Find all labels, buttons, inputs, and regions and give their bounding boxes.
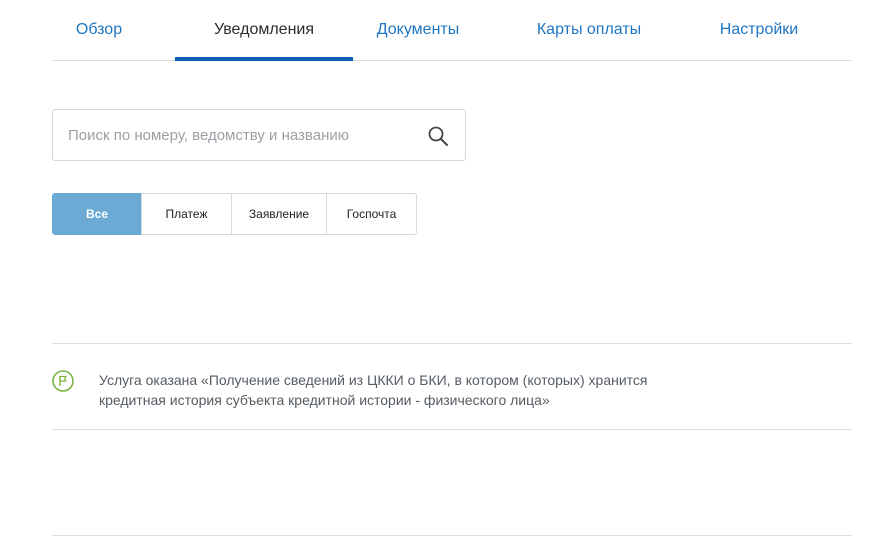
tab-overview[interactable]: Обзор — [52, 0, 146, 60]
search-box — [52, 109, 466, 161]
notification-text: Услуга оказана «Получение сведений из ЦК… — [99, 372, 648, 408]
tab-bar: Обзор Уведомления Документы Карты оплаты… — [52, 0, 852, 61]
divider — [52, 535, 852, 536]
filter-gospochta-button[interactable]: Госпочта — [326, 193, 417, 235]
flag-icon — [52, 370, 74, 392]
tab-documents[interactable]: Документы — [370, 0, 466, 60]
search-icon[interactable] — [427, 125, 449, 147]
filter-payment-button[interactable]: Платеж — [141, 193, 232, 235]
notification-type-filter: Все Платеж Заявление Госпочта — [52, 193, 417, 235]
filter-application-button[interactable]: Заявление — [231, 193, 327, 235]
search-input[interactable] — [68, 110, 413, 160]
filter-all-button[interactable]: Все — [52, 193, 142, 235]
divider — [52, 429, 852, 430]
tab-notifications[interactable]: Уведомления — [175, 0, 353, 61]
tab-settings[interactable]: Настройки — [712, 0, 806, 60]
notification-item[interactable]: Услуга оказана «Получение сведений из ЦК… — [52, 344, 852, 429]
tab-payment-cards[interactable]: Карты оплаты — [530, 0, 648, 60]
